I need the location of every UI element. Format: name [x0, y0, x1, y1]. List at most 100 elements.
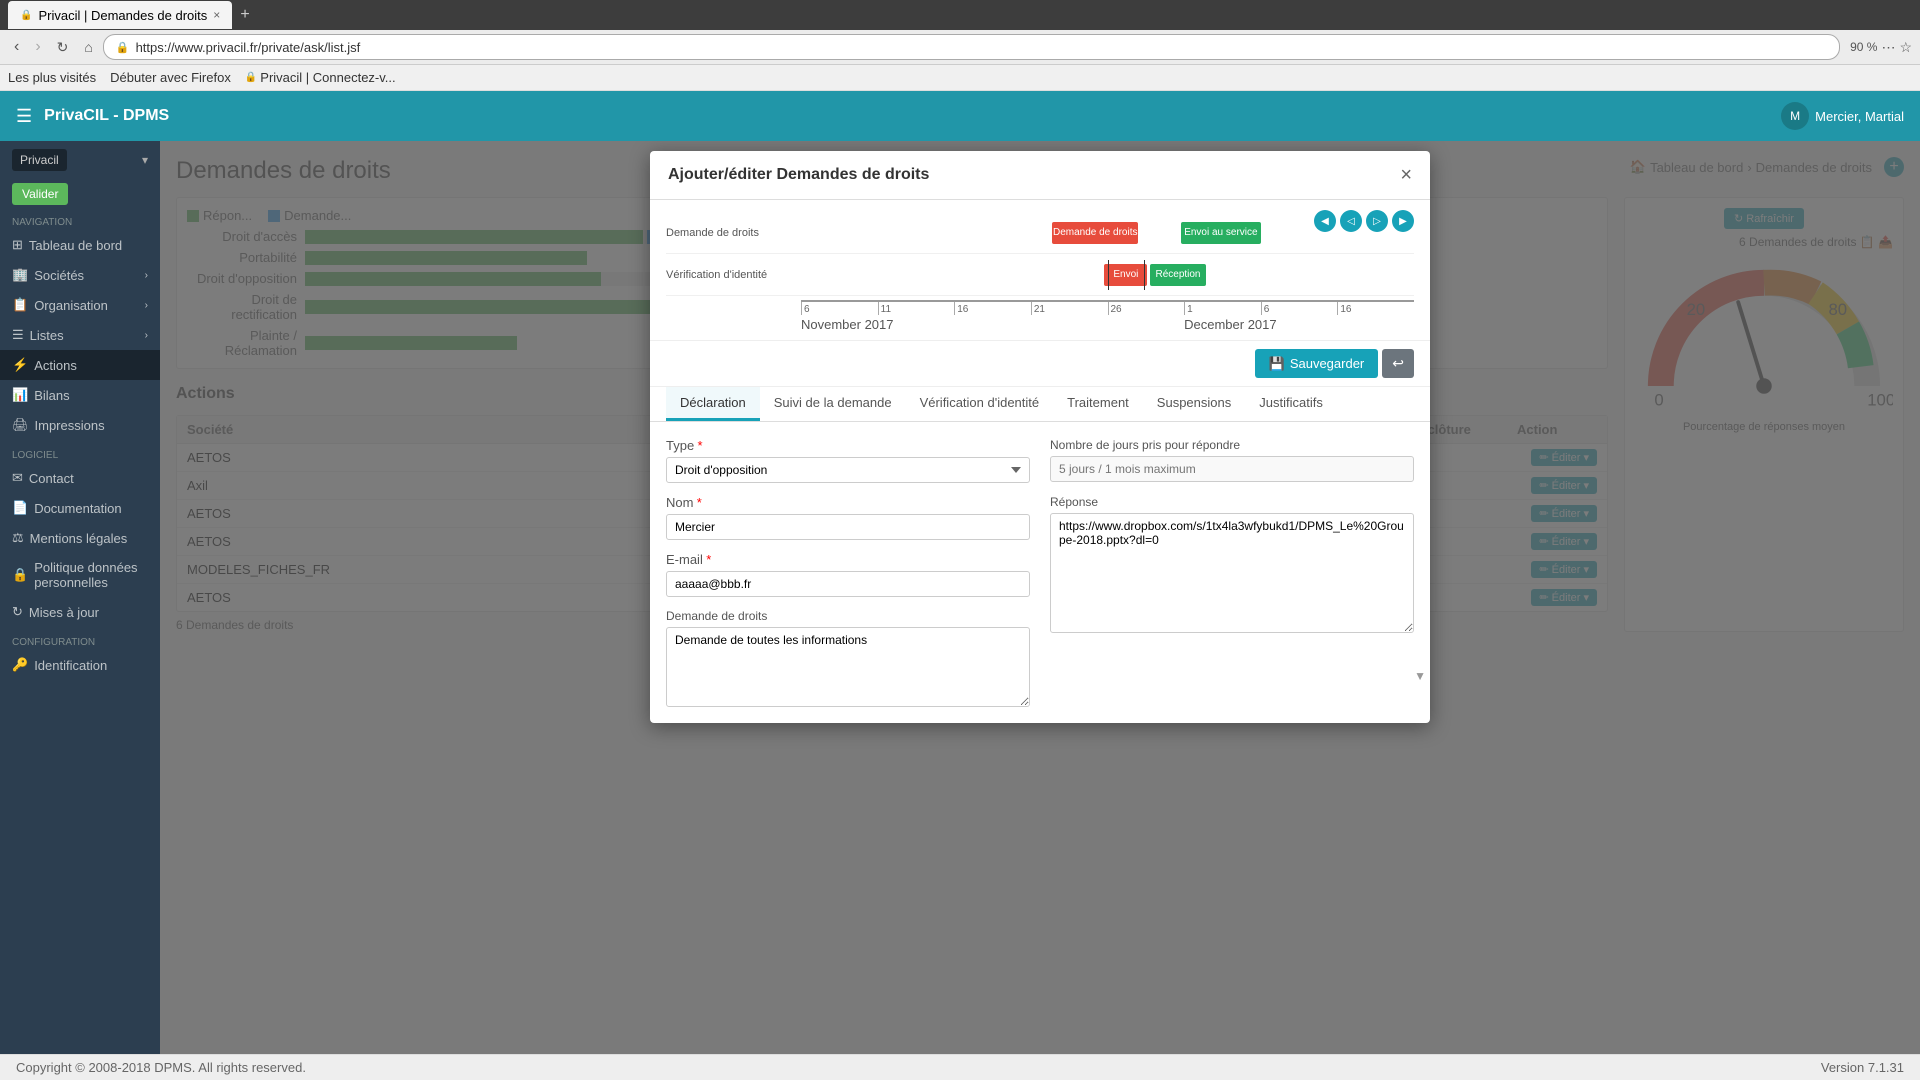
- home-button[interactable]: ⌂: [78, 37, 98, 57]
- listes-icon: ☰: [12, 327, 24, 343]
- user-menu[interactable]: M Mercier, Martial: [1781, 102, 1904, 130]
- new-tab-button[interactable]: +: [240, 6, 249, 24]
- gantt-row-label: Demande de droits: [666, 227, 801, 239]
- type-select[interactable]: Droit d'opposition Droit d'accès Portabi…: [666, 457, 1030, 483]
- url-text: https://www.privacil.fr/private/ask/list…: [136, 40, 361, 55]
- tab-traitement[interactable]: Traitement: [1053, 387, 1143, 421]
- documentation-icon: 📄: [12, 500, 28, 516]
- zoom-level: 90 %: [1850, 40, 1877, 54]
- forward-button[interactable]: ›: [29, 36, 46, 58]
- societes-icon: 🏢: [12, 267, 28, 283]
- modal-overlay: Ajouter/éditer Demandes de droits × ◀ ◁ …: [160, 141, 1920, 1054]
- bookmark-visites[interactable]: Les plus visités: [8, 70, 96, 85]
- gantt-bar-reception: Réception: [1150, 264, 1205, 286]
- bookmark-firefox[interactable]: Débuter avec Firefox: [110, 70, 231, 85]
- tab-declaration[interactable]: Déclaration: [666, 387, 760, 421]
- sidebar-item-label: Bilans: [34, 388, 69, 403]
- tick-4: 21: [1031, 302, 1108, 315]
- sidebar-item-politique[interactable]: 🔒 Politique données personnelles: [0, 553, 160, 597]
- sidebar-item-label: Documentation: [34, 501, 121, 516]
- email-label: E-mail *: [666, 552, 1030, 567]
- sidebar-item-actions[interactable]: ⚡ Actions: [0, 350, 160, 380]
- jours-label: Nombre de jours pris pour répondre: [1050, 438, 1414, 452]
- tick-6: 1: [1184, 302, 1261, 315]
- hamburger-icon[interactable]: ☰: [16, 106, 32, 127]
- gantt-bar-envoi: Envoi: [1104, 264, 1147, 286]
- tick-7: 6: [1261, 302, 1338, 315]
- bookmark-privacil[interactable]: 🔒 Privacil | Connectez-v...: [245, 70, 396, 85]
- modal-title: Ajouter/éditer Demandes de droits: [668, 166, 929, 184]
- url-bar[interactable]: 🔒 https://www.privacil.fr/private/ask/li…: [103, 34, 1840, 60]
- bilans-icon: 📊: [12, 387, 28, 403]
- chevron-right-icon: ›: [145, 300, 148, 311]
- browser-tab[interactable]: 🔒 Privacil | Demandes de droits ×: [8, 1, 232, 29]
- tick-3: 16: [954, 302, 1031, 315]
- nom-label: Nom *: [666, 495, 1030, 510]
- reponse-field-group: Réponse: [1050, 495, 1414, 707]
- sidebar-item-organisation[interactable]: 📋 Organisation ›: [0, 290, 160, 320]
- reload-button[interactable]: ↻: [51, 37, 75, 58]
- sidebar-item-documentation[interactable]: 📄 Documentation: [0, 493, 160, 523]
- mises-icon: ↻: [12, 604, 23, 620]
- lock-icon: 🔒: [116, 41, 130, 54]
- month-nov: November 2017: [801, 317, 1184, 332]
- sidebar-item-listes[interactable]: ☰ Listes ›: [0, 320, 160, 350]
- demande-textarea[interactable]: [666, 627, 1030, 707]
- tab-justificatifs[interactable]: Justificatifs: [1245, 387, 1337, 421]
- reponse-textarea[interactable]: [1050, 513, 1414, 633]
- browser-nav-bar: ‹ › ↻ ⌂ 🔒 https://www.privacil.fr/privat…: [0, 30, 1920, 65]
- type-label: Type *: [666, 438, 1030, 453]
- bookmark-button[interactable]: ☆: [1899, 39, 1912, 56]
- sidebar-item-label: Impressions: [35, 418, 105, 433]
- tab-title: Privacil | Demandes de droits: [38, 8, 207, 23]
- sidebar-item-tableau-de-bord[interactable]: ⊞ Tableau de bord: [0, 230, 160, 260]
- gantt-row-label-2: Vérification d'identité: [666, 269, 801, 281]
- save-button[interactable]: 💾 Sauvegarder: [1255, 349, 1379, 378]
- version-text: Version 7.1.31: [1821, 1060, 1904, 1075]
- logiciel-section-label: Logiciel: [0, 444, 160, 463]
- sidebar-item-impressions[interactable]: 🖨 Impressions: [0, 410, 160, 440]
- sidebar-item-contact[interactable]: ✉ Contact: [0, 463, 160, 493]
- sidebar-item-bilans[interactable]: 📊 Bilans: [0, 380, 160, 410]
- sidebar-item-label: Mises à jour: [29, 605, 99, 620]
- extensions-button[interactable]: ⋯: [1881, 39, 1895, 56]
- tick-1: 6: [801, 302, 878, 315]
- modal-form: Type * Droit d'opposition Droit d'accès …: [650, 422, 1430, 723]
- back-button[interactable]: ‹: [8, 36, 25, 58]
- gantt-bar-envoi-service: Envoi au service: [1181, 222, 1261, 244]
- tab-verification[interactable]: Vérification d'identité: [906, 387, 1054, 421]
- tab-suspensions[interactable]: Suspensions: [1143, 387, 1245, 421]
- sidebar-item-label: Politique données personnelles: [34, 560, 148, 590]
- sidebar-item-mentions[interactable]: ⚖ Mentions légales: [0, 523, 160, 553]
- modal-header: Ajouter/éditer Demandes de droits ×: [650, 151, 1430, 200]
- tab-suivi[interactable]: Suivi de la demande: [760, 387, 906, 421]
- footer: Copyright © 2008-2018 DPMS. All rights r…: [0, 1054, 1920, 1080]
- sidebar-item-societes[interactable]: 🏢 Sociétés ›: [0, 260, 160, 290]
- modal-actions-top: 💾 Sauvegarder ↩: [650, 341, 1430, 387]
- validate-button[interactable]: Valider: [12, 183, 68, 205]
- copyright-text: Copyright © 2008-2018 DPMS. All rights r…: [16, 1060, 306, 1075]
- contact-icon: ✉: [12, 470, 23, 486]
- sidebar-item-mises-a-jour[interactable]: ↻ Mises à jour: [0, 597, 160, 627]
- modal-body[interactable]: ◀ ◁ ▷ ▶ Demande de droits Dema: [650, 200, 1430, 723]
- back-button-modal[interactable]: ↩: [1382, 349, 1414, 378]
- jours-field-group: Nombre de jours pris pour répondre: [1050, 438, 1414, 483]
- email-input[interactable]: [666, 571, 1030, 597]
- gantt-bar-demande: Demande de droits: [1052, 222, 1138, 244]
- user-avatar-icon: M: [1781, 102, 1809, 130]
- sidebar-item-label: Listes: [30, 328, 64, 343]
- sidebar-brand-button[interactable]: Privacil: [12, 149, 67, 171]
- scroll-down-indicator: ▼: [1414, 669, 1426, 683]
- modal-tabs: Déclaration Suivi de la demande Vérifica…: [650, 387, 1430, 422]
- sidebar-item-identification[interactable]: 🔑 Identification: [0, 650, 160, 680]
- nom-input[interactable]: [666, 514, 1030, 540]
- nom-field-group: Nom *: [666, 495, 1030, 540]
- organisation-icon: 📋: [12, 297, 28, 313]
- modal-close-button[interactable]: ×: [1400, 165, 1412, 185]
- browser-chrome: 🔒 Privacil | Demandes de droits × +: [0, 0, 1920, 30]
- tab-close-icon[interactable]: ×: [213, 8, 220, 22]
- app-header: ☰ PrivaCIL - DPMS M Mercier, Martial: [0, 91, 1920, 141]
- save-label: Sauvegarder: [1290, 356, 1364, 371]
- jours-input[interactable]: [1050, 456, 1414, 482]
- tick-8: 16: [1337, 302, 1414, 315]
